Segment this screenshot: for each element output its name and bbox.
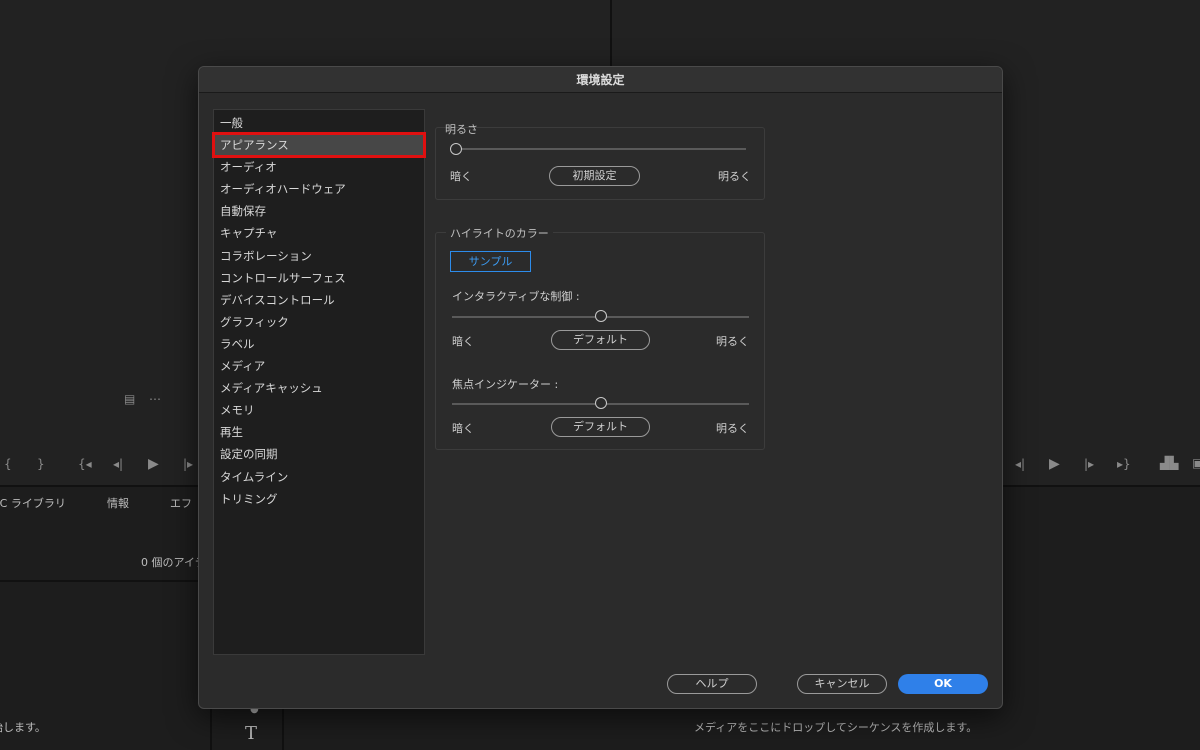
brightness-bright-label: 明るく: [718, 170, 751, 183]
preferences-dialog: 環境設定 一般 アピアランス オーディオ オーディオハードウェア 自動保存 キャプチャ コラ…: [198, 66, 1003, 709]
brightness-group: 明るさ 暗く 初期設定 明るく: [435, 123, 765, 200]
category-item[interactable]: メディア: [214, 355, 424, 377]
go-to-out-icon[interactable]: ▸}: [1117, 457, 1131, 471]
category-item[interactable]: メモリ: [214, 399, 424, 421]
brightness-legend: 明るさ: [445, 123, 478, 136]
interactive-bright-label: 明るく: [716, 335, 749, 348]
ok-button[interactable]: OK: [898, 674, 988, 694]
category-item[interactable]: グラフィック: [214, 311, 424, 333]
category-item[interactable]: アピアランス: [212, 132, 426, 159]
category-list: 一般 アピアランス オーディオ オーディオハードウェア 自動保存 キャプチャ コラボレーショ…: [212, 109, 426, 655]
dialog-title: 環境設定: [199, 67, 1002, 93]
brightness-reset-button[interactable]: 初期設定: [549, 166, 640, 186]
mark-out-icon[interactable]: }: [37, 457, 45, 471]
step-forward-icon[interactable]: |▸: [183, 457, 193, 471]
brightness-slider-thumb[interactable]: [450, 143, 462, 155]
focus-bright-label: 明るく: [716, 422, 749, 435]
brightness-slider-track[interactable]: [456, 148, 746, 150]
category-item[interactable]: 設定の同期: [214, 443, 424, 465]
items-count: 0 個のアイテ: [141, 556, 206, 569]
category-item[interactable]: オーディオハードウェア: [214, 178, 424, 200]
panel-divider: [282, 709, 284, 750]
panel-divider: [610, 0, 612, 66]
category-item[interactable]: コントロールサーフェス: [214, 267, 424, 289]
text-tool-icon[interactable]: T: [245, 723, 257, 744]
interactive-default-button[interactable]: デフォルト: [551, 330, 650, 350]
focus-indicator-label: 焦点インジケーター :: [452, 378, 559, 391]
brightness-dark-label: 暗く: [450, 170, 472, 183]
category-item[interactable]: ラベル: [214, 333, 424, 355]
timeline-drop-hint: メディアをここにドロップしてシーケンスを作成します。: [694, 721, 978, 734]
play-icon[interactable]: ▶: [148, 456, 159, 472]
sample-button[interactable]: サンプル: [450, 251, 531, 272]
category-item[interactable]: メディアキャッシュ: [214, 377, 424, 399]
panel-divider: [210, 709, 212, 750]
interactive-slider-thumb[interactable]: [594, 310, 607, 322]
category-item[interactable]: コラボレーション: [214, 245, 424, 267]
category-item[interactable]: 自動保存: [214, 200, 424, 222]
category-item[interactable]: 一般: [214, 112, 424, 134]
category-item[interactable]: オーディオ: [214, 156, 424, 178]
step-forward-icon[interactable]: |▸: [1084, 457, 1094, 471]
step-back-icon[interactable]: ◂|: [1015, 457, 1025, 471]
panel-divider: [0, 580, 198, 582]
interactive-controls-label: インタラクティブな制御 :: [452, 290, 580, 303]
tab-info[interactable]: 情報: [107, 495, 129, 511]
step-back-icon[interactable]: ◂|: [113, 457, 123, 471]
mark-in-icon[interactable]: {: [4, 457, 12, 471]
interactive-dark-label: 暗く: [452, 335, 474, 348]
highlight-color-group: ハイライトのカラー サンプル インタラクティブな制御 : 暗く デフォルト 明る…: [435, 225, 765, 450]
go-to-in-icon[interactable]: {◂: [78, 457, 92, 471]
focus-dark-label: 暗く: [452, 422, 474, 435]
focus-default-button[interactable]: デフォルト: [551, 417, 650, 437]
audio-only-icon[interactable]: ⋯: [149, 392, 161, 406]
panel-divider: [0, 485, 198, 487]
help-button[interactable]: ヘルプ: [667, 674, 757, 694]
category-item[interactable]: デバイスコントロール: [214, 289, 424, 311]
tab-cc-library[interactable]: CC ライブラリ: [0, 495, 66, 511]
play-icon[interactable]: ▶: [1049, 456, 1060, 472]
tab-effects[interactable]: エフ: [170, 495, 192, 511]
extract-icon[interactable]: ▣: [1192, 456, 1200, 470]
panel-divider: [1003, 485, 1200, 487]
lift-icon[interactable]: ▟▙: [1160, 456, 1178, 470]
focus-slider-thumb[interactable]: [594, 397, 607, 409]
highlight-legend: ハイライトのカラー: [446, 225, 553, 241]
project-hint: 始します。: [0, 721, 46, 734]
category-item[interactable]: 再生: [214, 421, 424, 443]
video-only-icon[interactable]: ▤: [124, 392, 135, 406]
category-item[interactable]: トリミング: [214, 488, 424, 510]
cancel-button[interactable]: キャンセル: [797, 674, 887, 694]
category-item[interactable]: タイムライン: [214, 466, 424, 488]
category-item[interactable]: キャプチャ: [214, 222, 424, 244]
